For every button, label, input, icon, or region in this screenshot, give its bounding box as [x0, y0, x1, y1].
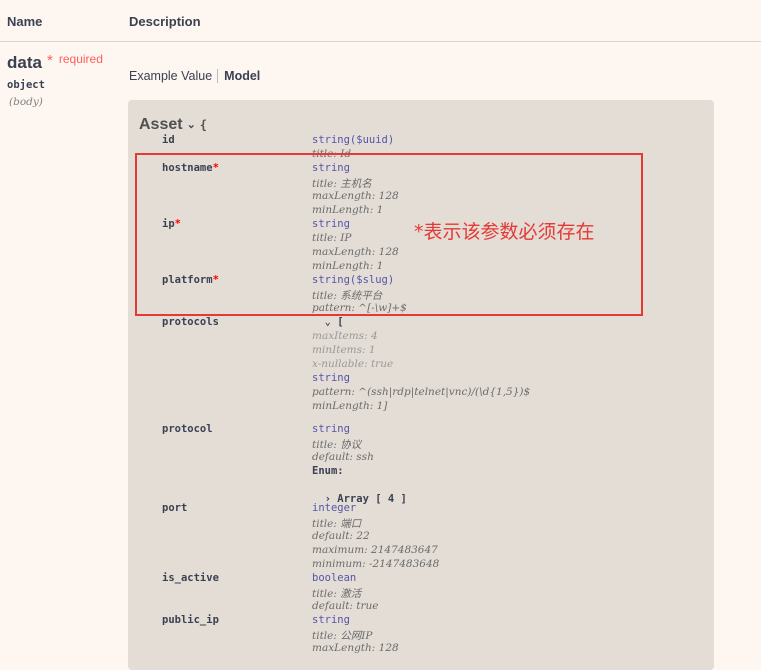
property-detail-line: string [312, 614, 350, 626]
property-name: is_active [162, 572, 219, 584]
property-detail-line: title: 公网IP [312, 630, 373, 642]
model-tabs: Example Value Model [129, 69, 260, 83]
property-is-active: is_active [162, 572, 219, 584]
required-star: * [47, 52, 53, 69]
property-protocol: protocol [162, 423, 213, 435]
property-detail-line: string [312, 372, 350, 384]
property-detail-line[interactable]: ⌄ [ [312, 316, 344, 328]
property-name: id [162, 134, 175, 146]
property-detail-line: Enum: [312, 465, 344, 477]
property-id: id [162, 134, 175, 146]
description-column-header: Description [129, 14, 201, 29]
property-name: public_ip [162, 614, 219, 626]
property-detail-line: minimum: -2147483648 [312, 558, 440, 570]
property-detail-line: default: true [312, 600, 379, 612]
required-badge: * required [47, 52, 103, 69]
tab-model[interactable]: Model [218, 69, 260, 83]
property-port: port [162, 502, 187, 514]
open-brace: { [199, 118, 208, 132]
tab-example-value[interactable]: Example Value [129, 69, 219, 83]
required-label: required [58, 52, 103, 66]
model-title: Asset [139, 116, 183, 133]
annotation-text: *表示该参数必须存在 [414, 221, 595, 243]
property-detail-line: default: 22 [312, 530, 370, 542]
property-detail-line: title: 协议 [312, 439, 362, 451]
parameter-type: object [7, 79, 45, 91]
property-protocols: protocols [162, 316, 219, 328]
property-detail-line: integer [312, 502, 357, 514]
property-name: protocols [162, 316, 219, 328]
name-column-header: Name [7, 14, 43, 29]
property-detail-line: pattern: ^(ssh|rdp|telnet|vnc)/(\d{1,5})… [312, 386, 531, 398]
property-detail-line: string($uuid) [312, 134, 395, 146]
property-detail-line: title: 端口 [312, 518, 362, 530]
property-detail-line: minLength: 1] [312, 400, 388, 412]
property-name: protocol [162, 423, 213, 435]
property-detail-line: maximum: 2147483647 [312, 544, 438, 556]
parameter-name: data [7, 53, 42, 72]
property-detail-line: x-nullable: true [312, 358, 394, 370]
property-public-ip: public_ip [162, 614, 219, 626]
property-detail-line: title: 激活 [312, 588, 362, 600]
chevron-down-icon[interactable]: ⌄ [187, 119, 196, 131]
property-detail-line: boolean [312, 572, 357, 584]
property-detail-line: minItems: 1 [312, 344, 376, 356]
property-detail-line: string [312, 423, 350, 435]
parameter-location: (body) [9, 96, 43, 108]
model-header[interactable]: Asset ⌄{ [139, 116, 207, 134]
property-detail-line: default: ssh [312, 451, 374, 463]
property-detail-line: maxItems: 4 [312, 330, 378, 342]
property-detail-line: maxLength: 128 [312, 642, 399, 654]
table-header: Name Description [0, 0, 761, 42]
property-name: port [162, 502, 188, 514]
